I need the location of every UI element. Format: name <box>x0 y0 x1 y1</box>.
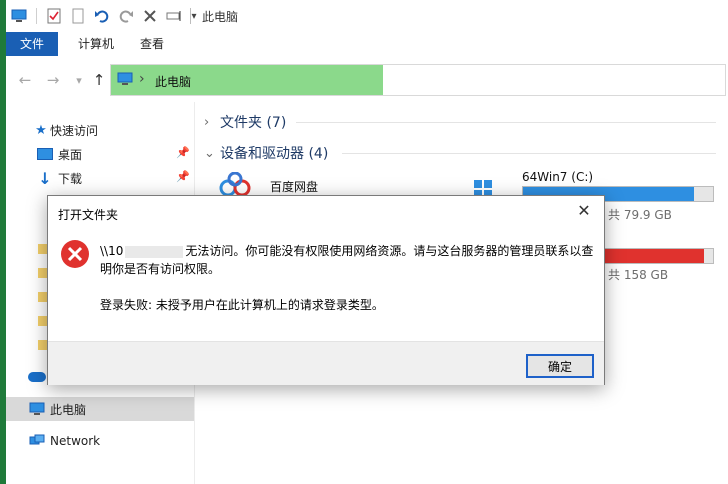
computer-icon <box>117 72 133 89</box>
onedrive-icon[interactable] <box>28 372 46 382</box>
drive-free-space: 共 158 GB <box>608 268 669 282</box>
group-header-folders[interactable]: › 文件夹 (7) <box>204 112 286 132</box>
tab-computer[interactable]: 计算机 <box>64 32 128 56</box>
dialog-title: 打开文件夹 <box>58 208 119 222</box>
error-message: \\10 无法访问。你可能没有权限使用网络资源。请与这台服务器的管理员联系以查明你… <box>100 242 594 278</box>
star-icon: ★ <box>35 122 47 138</box>
error-detail: 登录失败: 未授予用户在此计算机上的请求登录类型。 <box>100 298 384 312</box>
new-file-icon[interactable] <box>69 7 87 25</box>
properties-icon[interactable] <box>45 7 63 25</box>
group-divider <box>296 122 716 123</box>
group-title: 设备和驱动器 (4) <box>220 146 329 162</box>
chevron-down-icon: ⌄ <box>204 145 215 161</box>
group-header-drives[interactable]: ⌄ 设备和驱动器 (4) <box>204 143 328 163</box>
address-path[interactable]: 此电脑 <box>155 73 191 90</box>
error-icon <box>60 239 90 269</box>
toolbar-separator <box>36 8 37 24</box>
group-title: 文件夹 (7) <box>220 115 287 131</box>
pin-icon[interactable]: 📌 <box>176 146 190 159</box>
sidebar-item-quick-access[interactable]: ★ 快速访问 <box>6 118 194 142</box>
window-title: 此电脑 <box>202 10 239 24</box>
redacted-text <box>125 245 184 258</box>
recent-locations-chevron-icon[interactable]: ▾ <box>70 71 88 89</box>
tab-view[interactable]: 查看 <box>126 32 178 56</box>
undo-icon[interactable] <box>93 7 111 25</box>
quick-access-toolbar: ▾ <box>10 6 199 26</box>
ok-button[interactable]: 确定 <box>526 354 594 378</box>
sidebar-item-label: Network <box>50 434 101 448</box>
address-bar[interactable]: › 此电脑 <box>110 64 726 96</box>
back-arrow-icon[interactable]: ← <box>16 71 34 89</box>
sidebar-item-desktop[interactable]: 桌面 📌 <box>6 142 194 166</box>
sidebar-item-this-pc[interactable]: 此电脑 <box>6 397 194 421</box>
sidebar-item-downloads[interactable]: ↓ 下载 📌 <box>6 166 194 190</box>
sidebar-item-network[interactable]: Network <box>6 429 194 453</box>
sidebar-item-label: 快速访问 <box>50 123 99 138</box>
redo-icon[interactable] <box>117 7 135 25</box>
network-path: \\10 <box>100 244 124 258</box>
breadcrumb-chevron-icon[interactable]: › <box>139 71 145 87</box>
desktop-icon <box>36 146 54 162</box>
group-divider <box>342 153 716 154</box>
sidebar-item-label: 桌面 <box>58 147 83 162</box>
pin-icon[interactable]: 📌 <box>176 170 190 183</box>
network-icon <box>28 433 46 449</box>
ribbon-tabs: 文件 计算机 查看 <box>6 32 728 57</box>
close-icon[interactable]: ✕ <box>574 200 594 220</box>
delete-icon[interactable] <box>141 7 159 25</box>
computer-icon <box>28 401 46 417</box>
chevron-right-icon: › <box>204 114 210 130</box>
dialog-footer: 确定 <box>48 341 604 385</box>
drive-free-space: 共 79.9 GB <box>608 208 672 222</box>
forward-arrow-icon[interactable]: → <box>44 71 62 89</box>
navigation-bar: ← → ▾ ↑ › 此电脑 <box>6 56 728 102</box>
sidebar-item-label: 此电脑 <box>50 402 87 417</box>
drive-name: 百度网盘 <box>270 180 319 194</box>
drive-name[interactable]: 64Win7 (C:) <box>522 170 593 184</box>
computer-icon[interactable] <box>10 7 28 25</box>
sidebar-item-label: 下载 <box>58 171 83 186</box>
tab-file[interactable]: 文件 <box>6 32 58 56</box>
download-icon: ↓ <box>38 168 52 188</box>
up-arrow-icon[interactable]: ↑ <box>90 71 108 89</box>
error-dialog: 打开文件夹 ✕ \\10 无法访问。你可能没有权限使用网络资源。请与这台服务器的管… <box>47 195 605 385</box>
title-separator <box>190 8 191 24</box>
address-highlight <box>111 65 383 95</box>
title-bar: ▾ 此电脑 <box>6 0 728 33</box>
rename-icon[interactable] <box>165 7 183 25</box>
